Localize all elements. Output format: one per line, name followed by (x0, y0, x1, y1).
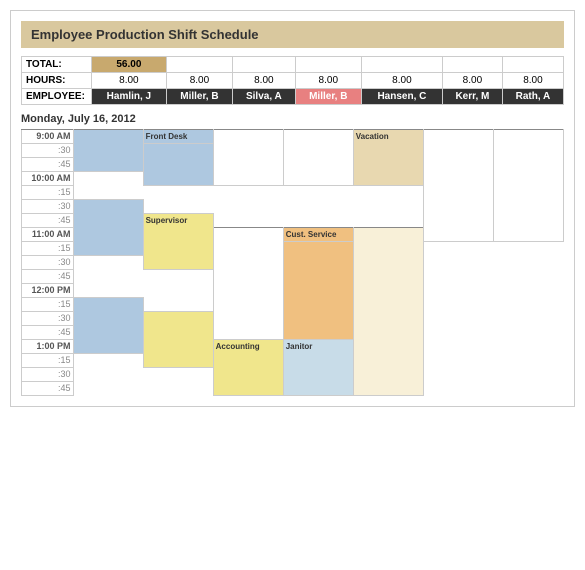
time-cell-13: :30 (22, 312, 74, 326)
sched-cell-r0-c2 (213, 130, 283, 186)
header-table: TOTAL: 56.00 HOURS: 8.00 8.00 8.00 8.00 … (21, 56, 564, 105)
sched-cell-r8-c3 (283, 242, 353, 340)
total-value: 56.00 (92, 57, 167, 73)
hours-5: 8.00 (442, 73, 502, 89)
hours-6: 8.00 (502, 73, 563, 89)
time-cell-2: :45 (22, 158, 74, 172)
sched-cell-r0-c1: Front Desk (143, 130, 213, 144)
time-cell-15: 1:00 PM (22, 340, 74, 354)
sched-cell-r13-c1 (143, 312, 213, 368)
time-cell-7: 11:00 AM (22, 228, 74, 242)
cell-label: Cust. Service (286, 230, 337, 239)
sched-cell-r12-c0 (73, 298, 143, 354)
emp-6: Rath, A (502, 89, 563, 105)
time-cell-8: :15 (22, 242, 74, 256)
time-cell-17: :30 (22, 368, 74, 382)
hours-2: 8.00 (233, 73, 296, 89)
sched-cell-r6-c1: Supervisor (143, 214, 213, 270)
emp-1: Miller, B (166, 89, 232, 105)
cell-label: Supervisor (146, 216, 188, 225)
employee-label: EMPLOYEE: (22, 89, 92, 105)
time-cell-4: :15 (22, 186, 74, 200)
time-cell-11: 12:00 PM (22, 284, 74, 298)
sched-cell-r7-c4 (353, 228, 423, 396)
sched-cell-r0-c0 (73, 130, 143, 172)
hours-0: 8.00 (92, 73, 167, 89)
sched-cell-r0-c3 (283, 130, 353, 186)
schedule-title: Employee Production Shift Schedule (21, 21, 564, 48)
sched-cell-r7-c2 (213, 228, 283, 340)
time-cell-18: :45 (22, 382, 74, 396)
time-cell-0: 9:00 AM (22, 130, 74, 144)
sched-cell-r15-c6: Janitor (283, 340, 353, 396)
sched-cell-r0-c6 (493, 130, 563, 242)
cell-label: Vacation (356, 132, 389, 141)
time-cell-16: :15 (22, 354, 74, 368)
sched-cell-r0-c4: Vacation (353, 130, 423, 186)
time-cell-6: :45 (22, 214, 74, 228)
sched-cell-r7-c3: Cust. Service (283, 228, 353, 242)
cell-label: Front Desk (146, 132, 188, 141)
schedule-grid: 9:00 AMFront DeskVacation:30:4510:00 AM:… (21, 129, 564, 396)
main-container: Employee Production Shift Schedule TOTAL… (10, 10, 575, 407)
cell-label: Accounting (216, 342, 260, 351)
time-cell-1: :30 (22, 144, 74, 158)
emp-0: Hamlin, J (92, 89, 167, 105)
time-cell-10: :45 (22, 270, 74, 284)
sched-cell-r1-c1 (143, 144, 213, 186)
time-cell-5: :30 (22, 200, 74, 214)
hours-4: 8.00 (361, 73, 442, 89)
emp-2: Silva, A (233, 89, 296, 105)
sched-cell-r0-c5 (423, 130, 493, 242)
time-cell-3: 10:00 AM (22, 172, 74, 186)
time-cell-9: :30 (22, 256, 74, 270)
cell-label: Janitor (286, 342, 313, 351)
date-label: Monday, July 16, 2012 (21, 113, 564, 125)
emp-5: Kerr, M (442, 89, 502, 105)
schedule-table: 9:00 AMFront DeskVacation:30:4510:00 AM:… (21, 129, 564, 396)
hours-3: 8.00 (295, 73, 361, 89)
emp-4: Hansen, C (361, 89, 442, 105)
emp-3: Miller, B (295, 89, 361, 105)
hours-label: HOURS: (22, 73, 92, 89)
sched-cell-r5-c0 (73, 200, 143, 256)
hours-1: 8.00 (166, 73, 232, 89)
time-cell-14: :45 (22, 326, 74, 340)
time-cell-12: :15 (22, 298, 74, 312)
total-label: TOTAL: (22, 57, 92, 73)
sched-cell-r15-c5: Accounting (213, 340, 283, 396)
